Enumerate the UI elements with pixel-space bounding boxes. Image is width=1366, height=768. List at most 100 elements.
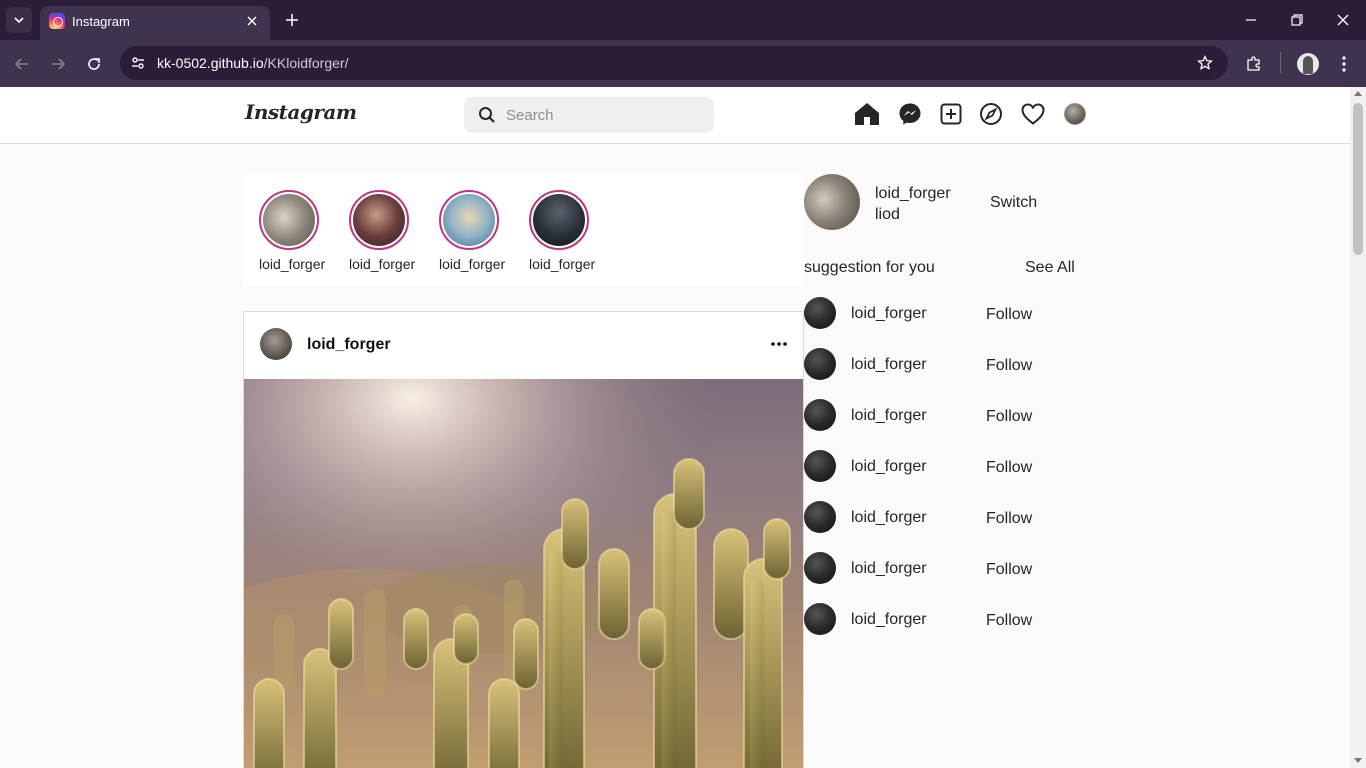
- see-all-button[interactable]: See All: [1025, 259, 1075, 277]
- instagram-header: Instagram: [0, 87, 1350, 144]
- heart-icon: [1021, 103, 1045, 125]
- new-post-button[interactable]: [937, 100, 965, 128]
- stories-bar: loid_forger loid_forger loid_forger loid…: [243, 174, 804, 286]
- extensions-button[interactable]: [1241, 51, 1267, 77]
- suggestion-username[interactable]: loid_forger: [851, 305, 927, 323]
- story-item[interactable]: loid_forger: [259, 190, 339, 272]
- browser-tab-instagram[interactable]: Instagram: [40, 6, 270, 40]
- forward-button[interactable]: [44, 50, 72, 78]
- messenger-icon: [899, 103, 921, 125]
- new-tab-button[interactable]: [281, 9, 303, 31]
- suggestion-row: loid_forger Follow: [804, 399, 1044, 433]
- messenger-button[interactable]: [896, 100, 924, 128]
- browser-menu-button[interactable]: [1331, 51, 1357, 77]
- post-author-username[interactable]: loid_forger: [307, 336, 391, 354]
- story-item[interactable]: loid_forger: [529, 190, 609, 272]
- home-button[interactable]: [853, 100, 881, 128]
- bookmark-button[interactable]: [1194, 52, 1216, 74]
- home-icon: [855, 103, 879, 125]
- suggestion-username[interactable]: loid_forger: [851, 509, 927, 527]
- search-box[interactable]: [464, 97, 714, 133]
- url-path: /KKloidforger/: [263, 55, 349, 71]
- tab-title: Instagram: [72, 14, 130, 29]
- story-ring: [529, 190, 589, 250]
- suggestion-username[interactable]: loid_forger: [851, 611, 927, 629]
- profile-avatar: [1064, 103, 1086, 125]
- address-bar[interactable]: kk-0502.github.io/KKloidforger/: [120, 46, 1228, 80]
- page-scrollbar[interactable]: [1350, 87, 1366, 768]
- suggestion-avatar[interactable]: [804, 297, 836, 329]
- site-info-button[interactable]: [126, 51, 150, 75]
- profile-avatar-icon: [1297, 53, 1319, 75]
- follow-button[interactable]: Follow: [986, 408, 1032, 426]
- story-username: loid_forger: [529, 256, 596, 272]
- story-username: loid_forger: [349, 256, 416, 272]
- suggestion-username[interactable]: loid_forger: [851, 356, 927, 374]
- restore-icon: [1291, 14, 1303, 26]
- story-item[interactable]: loid_forger: [349, 190, 429, 272]
- compass-icon: [980, 103, 1002, 125]
- current-user-username[interactable]: loid_forger: [875, 185, 951, 203]
- story-item[interactable]: loid_forger: [439, 190, 519, 272]
- follow-button[interactable]: Follow: [986, 612, 1032, 630]
- explore-button[interactable]: [977, 100, 1005, 128]
- toolbar-separator: [1280, 52, 1281, 74]
- instagram-favicon-icon: [49, 13, 65, 29]
- suggestion-username[interactable]: loid_forger: [851, 407, 927, 425]
- page-viewport: Instagram loid_forger l: [0, 87, 1350, 768]
- instagram-logo[interactable]: Instagram: [245, 100, 357, 124]
- activity-button[interactable]: [1019, 100, 1047, 128]
- scroll-up-arrow-icon[interactable]: [1354, 91, 1362, 96]
- reload-icon: [88, 58, 100, 70]
- close-icon: [1337, 14, 1349, 26]
- suggestions-heading: suggestion for you: [804, 259, 935, 276]
- post-author-avatar[interactable]: [260, 328, 292, 360]
- follow-button[interactable]: Follow: [986, 306, 1032, 324]
- scroll-down-arrow-icon[interactable]: [1354, 758, 1362, 763]
- profile-menu-button[interactable]: [1061, 100, 1089, 128]
- current-user-avatar[interactable]: [804, 174, 860, 230]
- close-icon: [247, 16, 257, 26]
- suggestion-row: loid_forger Follow: [804, 552, 1044, 586]
- search-input[interactable]: [506, 105, 696, 125]
- post-options-button[interactable]: [767, 336, 791, 352]
- chevron-down-icon: [14, 17, 24, 24]
- suggestion-avatar[interactable]: [804, 348, 836, 380]
- switch-account-button[interactable]: Switch: [990, 194, 1037, 212]
- follow-button[interactable]: Follow: [986, 459, 1032, 477]
- suggestion-username[interactable]: loid_forger: [851, 458, 927, 476]
- close-window-button[interactable]: [1328, 6, 1358, 34]
- suggestion-avatar[interactable]: [804, 399, 836, 431]
- back-button[interactable]: [8, 50, 36, 78]
- suggestion-username[interactable]: loid_forger: [851, 560, 927, 578]
- suggestion-avatar[interactable]: [804, 552, 836, 584]
- close-tab-button[interactable]: [242, 11, 262, 31]
- suggestion-avatar[interactable]: [804, 603, 836, 635]
- url-text: kk-0502.github.io/KKloidforger/: [157, 55, 348, 71]
- suggestion-row: loid_forger Follow: [804, 348, 1044, 382]
- profile-button[interactable]: [1295, 51, 1321, 77]
- suggestion-row: loid_forger Follow: [804, 501, 1044, 535]
- more-vertical-icon: [1342, 56, 1346, 72]
- url-host: kk-0502.github.io: [157, 55, 264, 71]
- suggestion-avatar[interactable]: [804, 450, 836, 482]
- search-icon: [479, 107, 495, 123]
- follow-button[interactable]: Follow: [986, 510, 1032, 528]
- arrow-left-icon: [14, 58, 28, 70]
- minimize-button[interactable]: [1236, 6, 1266, 34]
- story-ring: [259, 190, 319, 250]
- arrow-right-icon: [52, 58, 66, 70]
- follow-button[interactable]: Follow: [986, 561, 1032, 579]
- suggestion-row: loid_forger Follow: [804, 450, 1044, 484]
- follow-button[interactable]: Follow: [986, 357, 1032, 375]
- suggestion-row: loid_forger Follow: [804, 603, 1044, 637]
- scrollbar-thumb[interactable]: [1353, 103, 1363, 255]
- story-ring: [349, 190, 409, 250]
- restore-button[interactable]: [1282, 6, 1312, 34]
- suggestion-avatar[interactable]: [804, 501, 836, 533]
- reload-button[interactable]: [80, 50, 108, 78]
- post-image[interactable]: [244, 379, 803, 768]
- new-post-icon: [940, 103, 962, 125]
- star-icon: [1197, 55, 1213, 70]
- tab-search-button[interactable]: [6, 7, 32, 33]
